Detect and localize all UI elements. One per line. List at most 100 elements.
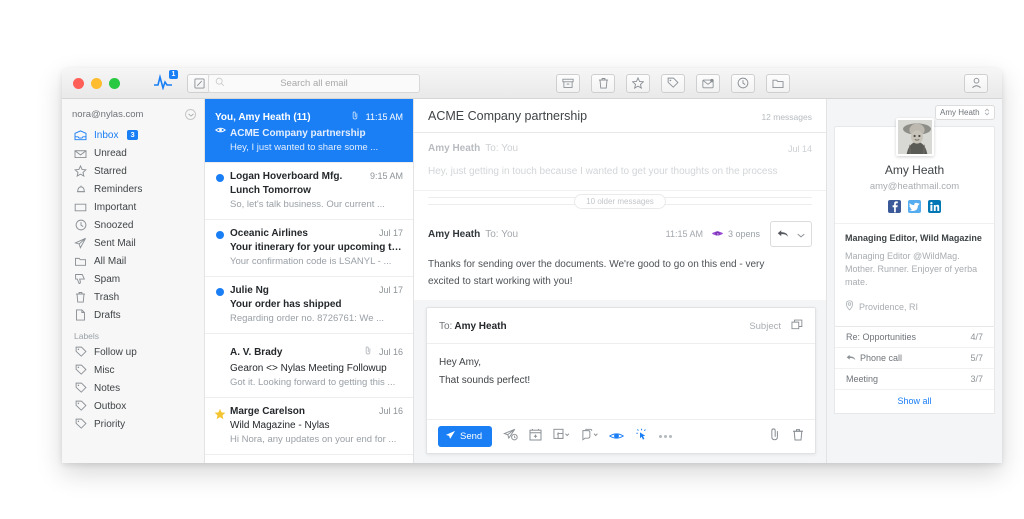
paper-plane-icon: [74, 237, 87, 250]
inbox-count-badge: 3: [127, 130, 138, 140]
snooze-button[interactable]: [731, 73, 755, 93]
compose-body[interactable]: Hey Amy, That sounds perfect!: [427, 344, 815, 419]
star-button[interactable]: [626, 73, 650, 93]
message-list-item[interactable]: Marge Carelson Jul 16 Wild Magazine - Ny…: [205, 398, 413, 455]
chevron-down-icon[interactable]: [185, 109, 196, 120]
linkedin-icon[interactable]: [928, 200, 941, 213]
twitter-icon[interactable]: [908, 200, 921, 213]
search-input[interactable]: Search all email: [225, 78, 403, 89]
sidebar-label: Outbox: [94, 400, 127, 412]
activity-pulse-icon[interactable]: 1: [153, 70, 178, 92]
message-list[interactable]: You, Amy Heath (11) 11:15 AM ACME Compan…: [205, 99, 414, 463]
location-pin-icon: [845, 298, 854, 316]
sidebar-label: Inbox: [94, 129, 119, 141]
template-icon[interactable]: A: [553, 428, 570, 446]
calendar-insert-icon[interactable]: [529, 428, 542, 446]
sidebar-item-trash[interactable]: Trash: [62, 288, 204, 306]
sidebar-item-spam[interactable]: Spam: [62, 270, 204, 288]
sidebar-item-inbox[interactable]: Inbox 3: [62, 126, 204, 144]
sidebar-label: Snoozed: [94, 219, 134, 231]
reply-button[interactable]: [770, 221, 812, 247]
mark-unread-button[interactable]: [696, 73, 720, 93]
thread-message-latest[interactable]: Amy Heath To: You 11:15 AM 3 3 opens Tha…: [414, 211, 826, 300]
labels-section-title: Labels: [74, 331, 100, 341]
open-tracking-eye-icon: 3: [711, 225, 724, 243]
tag-icon: [74, 418, 87, 431]
message-list-item[interactable]: A. V. Brady Jul 16 Gearon <> Nylas Meeti…: [205, 334, 413, 398]
snippet-icon[interactable]: [581, 428, 598, 446]
open-tracking-indicator[interactable]: 3 3 opens: [711, 225, 760, 243]
contact-bio: Managing Editor, Wild Magazine Managing …: [835, 224, 994, 326]
link-tracking-icon[interactable]: [635, 428, 648, 446]
message-list-item[interactable]: Logan Hoverboard Mfg. 9:15 AM Lunch Tomo…: [205, 163, 413, 220]
contact-card: Amy Heath amy@heathmail.com Managing Edi…: [834, 118, 995, 327]
contact-panel-toggle[interactable]: [964, 73, 988, 93]
sidebar-label: Sent Mail: [94, 237, 136, 249]
send-button[interactable]: Send: [438, 426, 493, 447]
sidebar-label-follow-up[interactable]: Follow up: [62, 343, 204, 361]
contact-stat-row[interactable]: Phone call 5/7: [835, 348, 994, 369]
close-window-button[interactable]: [73, 77, 84, 89]
trash-button[interactable]: [591, 73, 615, 93]
message-snippet: Your confirmation code is LSANYL - ...: [230, 256, 392, 267]
popout-icon[interactable]: [791, 317, 803, 335]
discard-trash-icon[interactable]: [792, 428, 804, 446]
message-snippet: Regarding order no. 8726761: We ...: [230, 313, 385, 324]
message-subject: Lunch Tomorrow: [230, 185, 311, 196]
sidebar-item-important[interactable]: Important: [62, 198, 204, 216]
maximize-window-button[interactable]: [109, 77, 120, 89]
facebook-icon[interactable]: [888, 200, 901, 213]
move-folder-button[interactable]: [766, 73, 790, 93]
archive-button[interactable]: [556, 73, 580, 93]
message-time: Jul 16: [378, 406, 403, 416]
more-options-icon[interactable]: [659, 435, 673, 438]
contact-stat-row[interactable]: Meeting 3/7: [835, 369, 994, 390]
message-list-item[interactable]: Oceanic Airlines Jul 17 Your itinerary f…: [205, 220, 413, 277]
open-tracking-icon[interactable]: [608, 428, 625, 446]
show-all-link[interactable]: Show all: [835, 390, 994, 413]
tag-button[interactable]: [661, 73, 685, 93]
compose-to-field[interactable]: To: Amy Heath: [439, 321, 507, 332]
sidebar-item-sent-mail[interactable]: Sent Mail: [62, 234, 204, 252]
sidebar-label-outbox[interactable]: Outbox: [62, 397, 204, 415]
sidebar-label: Trash: [94, 291, 120, 303]
sidebar-item-starred[interactable]: Starred: [62, 162, 204, 180]
account-email: nora@nylas.com: [72, 109, 144, 120]
contact-selector-dropdown[interactable]: Amy Heath: [935, 105, 995, 120]
sidebar-item-unread[interactable]: Unread: [62, 144, 204, 162]
send-later-icon[interactable]: [503, 428, 518, 446]
paperclip-icon[interactable]: [769, 427, 781, 446]
search-bar[interactable]: Search all email: [208, 73, 420, 93]
message-list-item[interactable]: Julie Ng Jul 17 Your order has shipped R…: [205, 277, 413, 334]
message-subject: Your itinerary for your upcoming trip: [230, 242, 403, 253]
compose-header: To: Amy Heath Subject: [427, 308, 815, 344]
sidebar-label-misc[interactable]: Misc: [62, 361, 204, 379]
message-snippet: So, let's talk business. Our current ...: [230, 199, 385, 210]
compose-to-value: Amy Heath: [454, 320, 507, 332]
thread-toolbar: [556, 73, 790, 93]
sidebar-label: Misc: [94, 364, 115, 376]
compose-subject-input[interactable]: Subject: [749, 321, 781, 332]
read-receipt-eye-icon: [214, 121, 227, 139]
message-sender: A. V. Brady: [230, 347, 283, 358]
sidebar-item-snoozed[interactable]: Snoozed: [62, 216, 204, 234]
collapsed-messages-toggle[interactable]: 10 older messages: [414, 190, 826, 211]
sidebar-item-reminders[interactable]: Reminders: [62, 180, 204, 198]
reply-options-chevron-icon[interactable]: [797, 225, 805, 243]
sidebar-item-drafts[interactable]: Drafts: [62, 306, 204, 324]
send-label: Send: [460, 431, 483, 442]
compose-body-line: That sounds perfect!: [439, 375, 531, 386]
minimize-window-button[interactable]: [91, 77, 102, 89]
avatar: [895, 118, 934, 156]
contact-stat-row[interactable]: Re: Opportunities 4/7: [835, 327, 994, 348]
folder-icon: [74, 255, 87, 268]
search-icon: [215, 74, 225, 92]
message-list-item[interactable]: You, Amy Heath (11) 11:15 AM ACME Compan…: [205, 99, 413, 163]
starred-star-icon[interactable]: [214, 407, 226, 425]
sidebar-label-notes[interactable]: Notes: [62, 379, 204, 397]
thread-message-old[interactable]: Amy Heath To: You Jul 14 Hey, just getti…: [414, 133, 826, 190]
sidebar-item-all-mail[interactable]: All Mail: [62, 252, 204, 270]
send-plane-icon: [445, 430, 456, 443]
account-row[interactable]: nora@nylas.com: [62, 106, 204, 123]
sidebar-label-priority[interactable]: Priority: [62, 415, 204, 433]
